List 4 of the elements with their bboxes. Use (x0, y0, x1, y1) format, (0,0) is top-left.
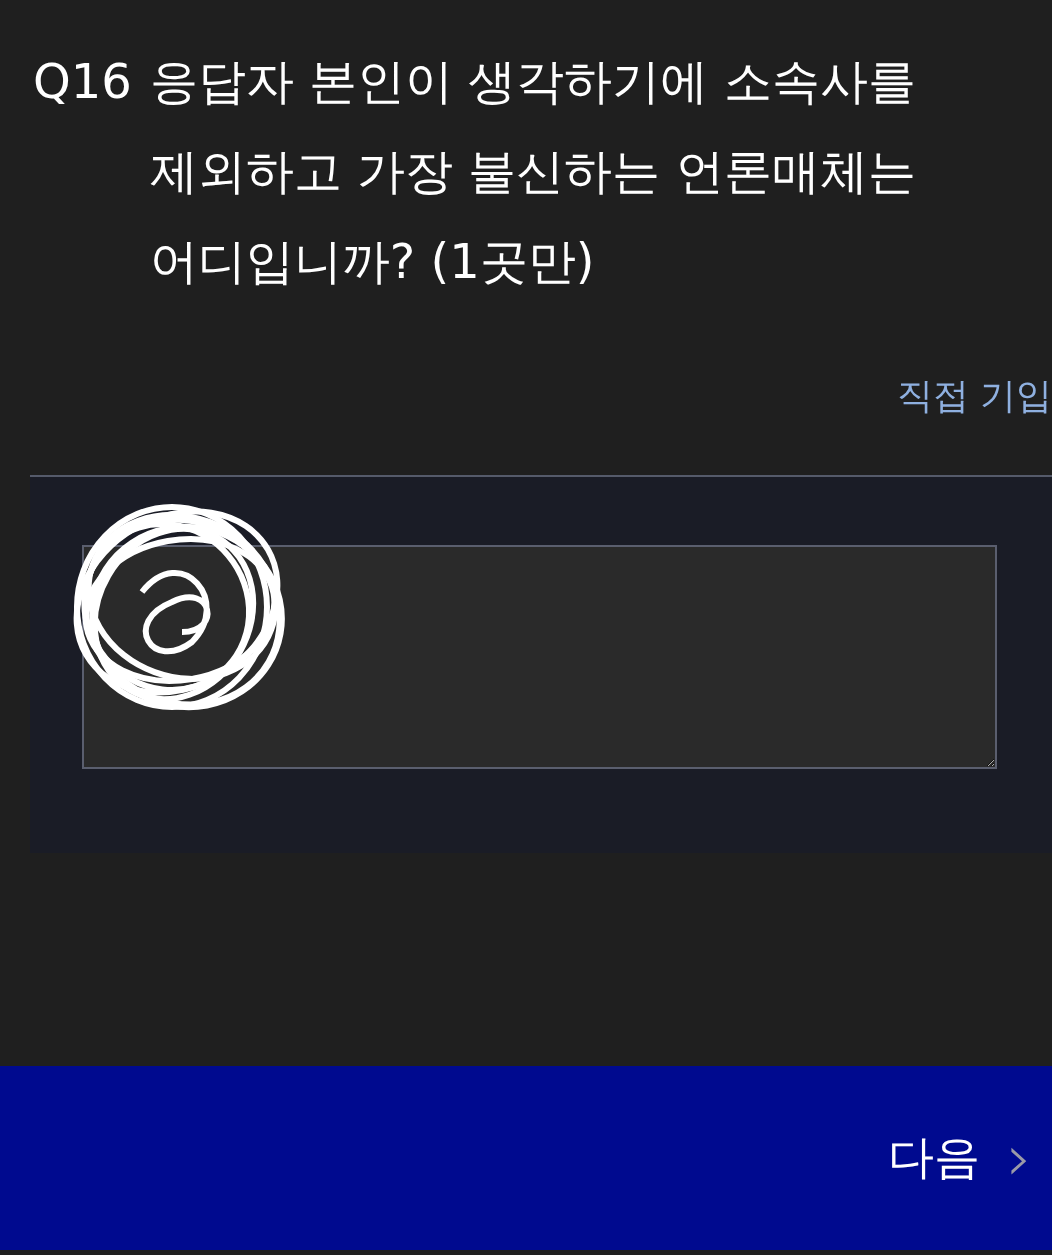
direct-input-label: 직접 기입 (896, 374, 1052, 418)
question-text: 응답자 본인이 생각하기에 소속사를 제외하고 가장 불신하는 언론매체는 어디입니까? (1곳만) (149, 52, 917, 291)
next-button[interactable]: 다음 › (888, 1121, 1052, 1195)
question-number: Q16 (33, 52, 132, 111)
